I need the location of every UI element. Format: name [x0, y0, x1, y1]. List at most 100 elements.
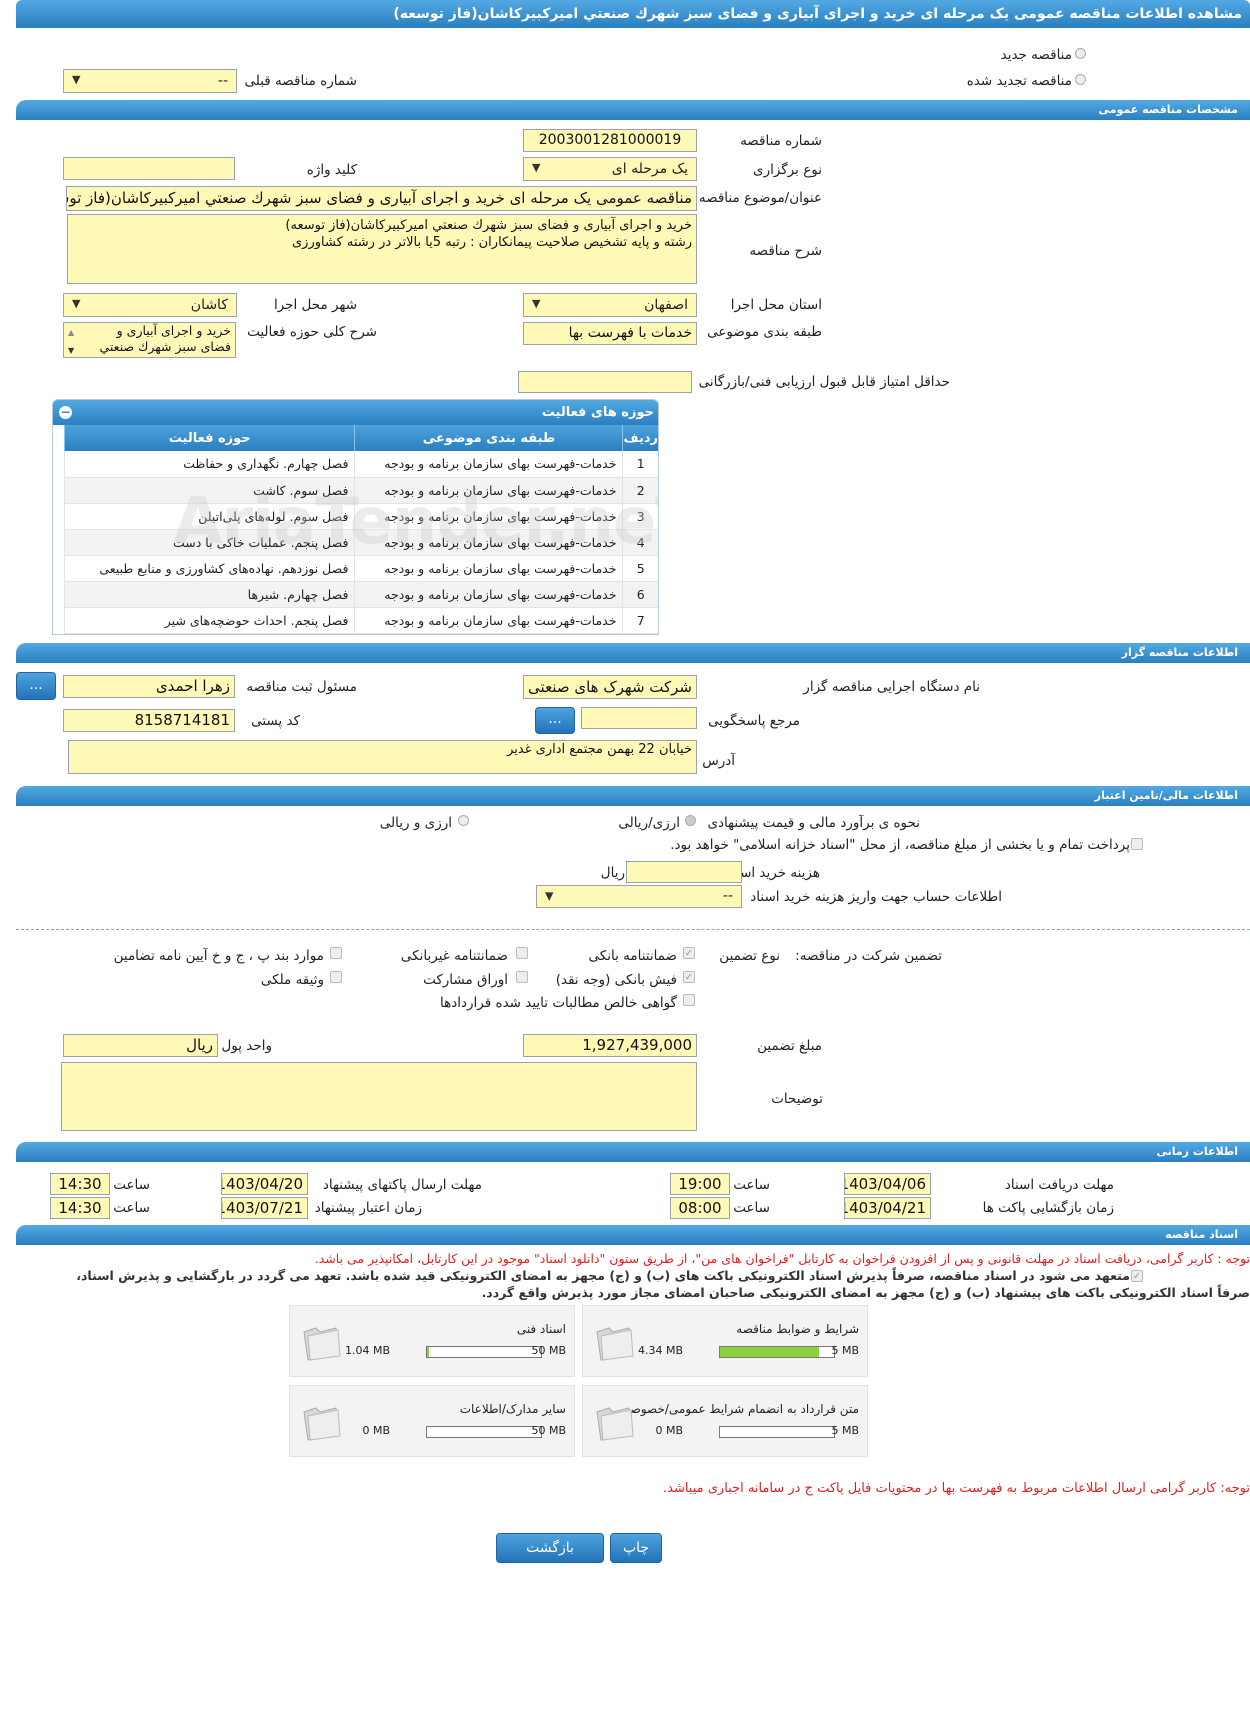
- treasury-text: پرداخت تمام و یا بخشی از مبلغ مناقصه، از…: [670, 837, 1130, 853]
- section-timing: اطلاعات زمانی: [16, 1142, 1250, 1162]
- send-time-field[interactable]: 14:30: [50, 1173, 110, 1195]
- treasury-checkbox[interactable]: [1131, 838, 1143, 850]
- row-category: خدمات-فهرست بهای سازمان برنامه و بودجه: [354, 581, 623, 608]
- officer-more-button[interactable]: ...: [16, 672, 56, 700]
- property-checkbox[interactable]: [330, 971, 342, 983]
- bonds-checkbox[interactable]: [516, 971, 528, 983]
- receive-date-field[interactable]: 1403/04/06: [844, 1173, 931, 1195]
- folder-icon: [303, 1407, 341, 1441]
- nonbank-guarantee-checkbox[interactable]: [516, 947, 528, 959]
- open-time-field[interactable]: 08:00: [670, 1197, 730, 1219]
- officer-field[interactable]: زهرا احمدی: [63, 675, 235, 698]
- file-progress-bar: [719, 1426, 835, 1438]
- label-postal: کد پستی: [251, 713, 300, 729]
- valid-date-field[interactable]: 1403/07/21: [221, 1197, 308, 1219]
- cases-checkbox[interactable]: [330, 947, 342, 959]
- collapse-icon[interactable]: −: [59, 406, 72, 419]
- table-row: 1 خدمات-فهرست بهای سازمان برنامه و بودجه ف…: [63, 451, 658, 478]
- row-category: خدمات-فهرست بهای سازمان برنامه و بودجه: [354, 529, 623, 556]
- org-field[interactable]: شرکت شهرک های صنعتی: [523, 675, 697, 699]
- chevron-down-icon: ▼: [545, 888, 554, 902]
- currency-field[interactable]: ریال: [63, 1034, 218, 1057]
- amount-field[interactable]: 1,927,439,000: [523, 1034, 697, 1057]
- type-select[interactable]: یک مرحله ای ▼: [523, 157, 697, 181]
- keyword-field[interactable]: [63, 157, 235, 180]
- subject-field[interactable]: مناقصه عمومی یک مرحله ای خرید و اجرای آب…: [66, 186, 697, 211]
- row-number: 1: [622, 451, 658, 478]
- file-max: 5 MB: [831, 1344, 859, 1357]
- label-open: زمان بازگشایی پاکت ها: [982, 1200, 1114, 1216]
- file-name: شرایط و ضوابط مناقصه: [736, 1322, 859, 1336]
- prev-number-select[interactable]: -- ▼: [63, 69, 237, 93]
- cash-checkbox[interactable]: ✓: [683, 971, 695, 983]
- radio-rial[interactable]: [685, 815, 696, 826]
- label-bonds: اوراق مشارکت: [423, 972, 508, 988]
- file-max: 5 MB: [831, 1424, 859, 1437]
- label-rial: ارزی/ریالی: [618, 815, 680, 831]
- bank-guarantee-checkbox[interactable]: ✓: [683, 947, 695, 959]
- print-button[interactable]: چاپ: [610, 1533, 662, 1563]
- row-number: 3: [622, 503, 658, 530]
- back-button[interactable]: بازگشت: [496, 1533, 604, 1563]
- file-progress-bar: [719, 1346, 835, 1358]
- scroll-up-icon[interactable]: ▲: [68, 325, 74, 341]
- label-valid-time: ساعت: [113, 1200, 150, 1216]
- commit-checkbox[interactable]: ✓: [1131, 1270, 1143, 1282]
- doc-fee-field[interactable]: [626, 861, 742, 883]
- row-activity: فصل چهارم. نگهداری و حفاظت: [63, 451, 355, 478]
- category-field[interactable]: خدمات با فهرست بها: [523, 322, 697, 345]
- file-card[interactable]: سایر مدارک/اطلاعات 0 MB 50 MB: [289, 1385, 575, 1457]
- label-open-time: ساعت: [733, 1200, 770, 1216]
- table-row: 2 خدمات-فهرست بهای سازمان برنامه و بودجه ف…: [63, 477, 658, 504]
- valid-time-field[interactable]: 14:30: [50, 1197, 110, 1219]
- province-select[interactable]: اصفهان ▼: [523, 293, 697, 317]
- radio-renewed-tender[interactable]: [1075, 74, 1086, 85]
- label-receive: مهلت دریافت اسناد: [1004, 1177, 1114, 1193]
- table-row: 6 خدمات-فهرست بهای سازمان برنامه و بودجه ف…: [63, 581, 658, 608]
- ref-more-button[interactable]: ...: [535, 707, 575, 734]
- row-activity: فصل نوزدهم. نهاده‌های کشاورزی و منابع طب…: [63, 555, 355, 582]
- account-select[interactable]: -- ▼: [536, 885, 742, 908]
- tender-number-field[interactable]: 2003001281000019: [523, 129, 697, 152]
- file-card[interactable]: متن قرارداد به انضمام شرایط عمومی/خصوصی 0…: [582, 1385, 868, 1457]
- ref-field[interactable]: [581, 707, 697, 729]
- col-activity: حوزه فعالیت: [63, 425, 355, 451]
- address-field[interactable]: خیابان 22 بهمن مجتمع اداری غدیر: [68, 740, 697, 774]
- chevron-down-icon: ▼: [72, 296, 81, 310]
- radio-foreign-rial[interactable]: [458, 815, 469, 826]
- folder-icon: [596, 1407, 634, 1441]
- scroll-down-icon[interactable]: ▼: [68, 343, 74, 357]
- notes-textarea[interactable]: [61, 1062, 697, 1131]
- postal-field[interactable]: 8158714181: [63, 709, 235, 732]
- file-name: سایر مدارک/اطلاعات: [459, 1402, 566, 1416]
- claims-checkbox[interactable]: [683, 994, 695, 1006]
- row-category: خدمات-فهرست بهای سازمان برنامه و بودجه: [354, 607, 623, 634]
- label-amount: مبلغ تضمین: [757, 1038, 822, 1054]
- desc-line-1: خرید و اجرای آبیاری و فضای سبز شهرك صنعت…: [285, 218, 692, 233]
- receive-time-field[interactable]: 19:00: [670, 1173, 730, 1195]
- label-officer: مسئول ثبت مناقصه: [246, 679, 357, 695]
- city-select[interactable]: کاشان ▼: [63, 293, 237, 317]
- min-score-field[interactable]: [518, 371, 692, 393]
- commit-line-1: متعهد می شود در اسناد مناقصه، صرفاً پذیر…: [76, 1268, 1130, 1283]
- label-new-tender: مناقصه جدید: [1000, 47, 1072, 63]
- page-title: مشاهده اطلاعات مناقصه عمومی یک مرحله ای …: [393, 6, 1242, 22]
- file-card[interactable]: اسناد فنی 1.04 MB 50 MB: [289, 1305, 575, 1377]
- desc-textarea[interactable]: خرید و اجرای آبیاری و فضای سبز شهرك صنعت…: [67, 214, 697, 284]
- send-date-field[interactable]: 1403/04/20: [221, 1173, 308, 1195]
- activities-panel-header: حوزه های فعالیت −: [53, 400, 658, 425]
- file-card[interactable]: شرایط و ضوابط مناقصه 4.34 MB 5 MB: [582, 1305, 868, 1377]
- table-row: 4 خدمات-فهرست بهای سازمان برنامه و بودجه ف…: [63, 529, 658, 556]
- chevron-down-icon: ▼: [532, 296, 541, 310]
- docs-note-1: توجه : کاربر گرامی، دریافت اسناد در مهلت…: [314, 1251, 1250, 1266]
- label-activity: شرح کلی حوزه فعالیت: [247, 324, 377, 340]
- open-date-field[interactable]: 1403/04/21: [844, 1197, 931, 1219]
- label-receive-time: ساعت: [733, 1177, 770, 1193]
- radio-new-tender[interactable]: [1075, 48, 1086, 59]
- activity-listbox[interactable]: خرید و اجرای آبیاری و فضای سبز شهرك صنعت…: [63, 322, 236, 358]
- row-category: خدمات-فهرست بهای سازمان برنامه و بودجه: [354, 555, 623, 582]
- label-number: شماره مناقصه: [740, 133, 822, 149]
- activities-title: حوزه های فعالیت: [541, 405, 654, 420]
- desc-line-2: رشته و پایه تشخیص صلاحیت پیمانکاران : رت…: [292, 235, 692, 250]
- city-value: کاشان: [190, 297, 228, 313]
